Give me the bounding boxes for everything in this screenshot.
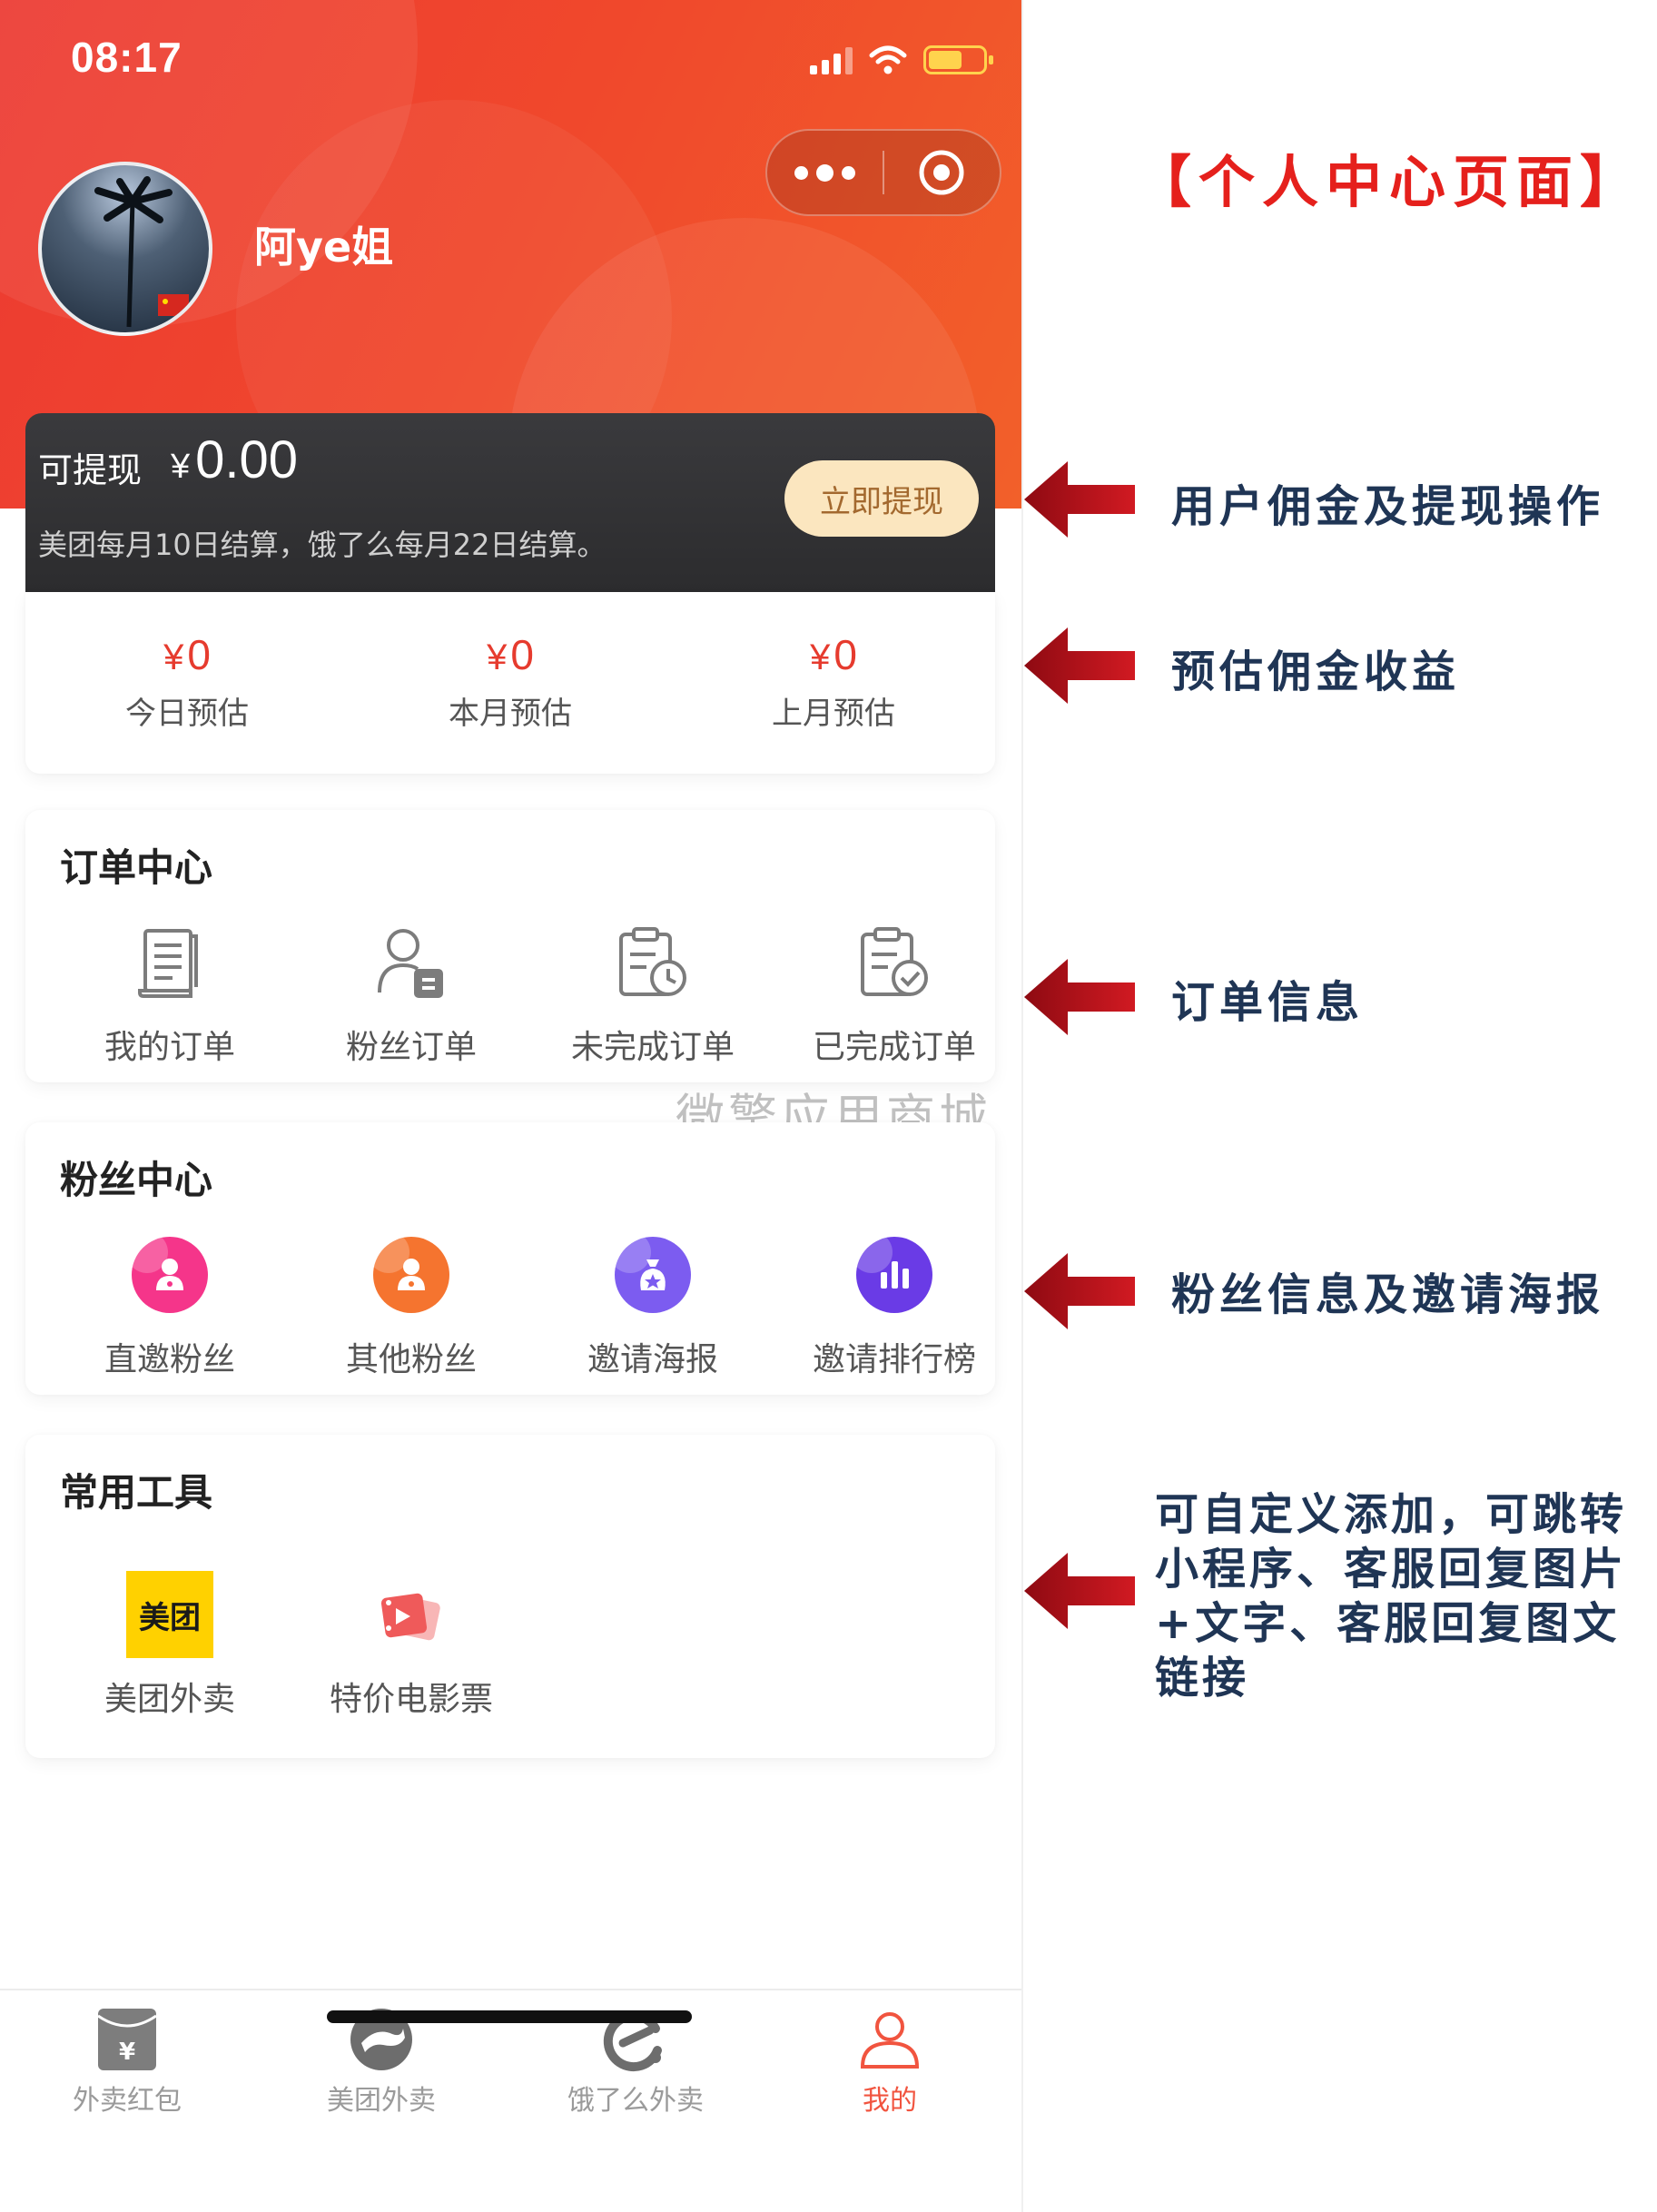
annotation-commission: 用户佣金及提现操作 — [1171, 481, 1605, 532]
nav-label: 饿了么外卖 — [567, 2085, 704, 2117]
tab-takeout-red-envelope[interactable]: ¥ 外卖红包 — [0, 2007, 254, 2118]
bottom-navigation: ¥ 外卖红包 美团外卖 饿了么外卖 我的 — [0, 1989, 1021, 2212]
grid-label: 特价电影票 — [329, 1681, 493, 1718]
grid-label: 我的订单 — [104, 1029, 235, 1066]
grid-label: 已完成订单 — [812, 1029, 976, 1066]
annotation-fans: 粉丝信息及邀请海报 — [1171, 1269, 1605, 1320]
fans-center-title: 粉丝中心 — [60, 1158, 213, 1202]
withdrawable-label: 可提现 — [38, 450, 143, 490]
estimate-today[interactable]: ¥0 今日预估 — [25, 630, 349, 733]
annotation-arrow-icon — [1024, 959, 1135, 1035]
grid-label: 未完成订单 — [570, 1029, 735, 1066]
unfinished-orders-item[interactable]: 未完成订单 — [530, 917, 775, 1068]
grid-label: 美团外卖 — [104, 1681, 235, 1718]
tab-my-profile[interactable]: 我的 — [763, 2007, 1017, 2118]
estimate-label: 上月预估 — [772, 696, 895, 732]
red-envelope-icon: ¥ — [94, 2007, 160, 2072]
invite-ranking-item[interactable]: 邀请排行榜 — [772, 1229, 1017, 1380]
fans-orders-item[interactable]: 粉丝订单 — [289, 917, 534, 1068]
annotation-arrow-icon — [1024, 461, 1135, 538]
amount-value: 0.00 — [195, 430, 299, 489]
other-fans-icon — [366, 1229, 457, 1320]
more-menu-icon[interactable] — [767, 163, 883, 182]
direct-fans-icon — [124, 1229, 215, 1320]
annotation-tools: 可自定义添加，可跳转小程序、客服回复图片+文字、客服回复图文链接 — [1155, 1489, 1628, 1703]
clipboard-clock-icon — [607, 917, 698, 1008]
annotation-arrow-icon — [1024, 1553, 1135, 1629]
tab-eleme-takeout[interactable]: 饿了么外卖 — [508, 2007, 763, 2118]
other-fans-item[interactable]: 其他粉丝 — [289, 1229, 534, 1380]
settlement-note: 美团每月10日结算，饿了么每月22日结算。 — [38, 528, 607, 562]
meituan-logo: 美团 — [126, 1571, 213, 1658]
currency-symbol: ¥ — [163, 637, 184, 677]
tools-title: 常用工具 — [60, 1470, 213, 1515]
completed-orders-item[interactable]: 已完成订单 — [772, 917, 1017, 1068]
phone-screen: 08:17 阿ye姐 可提现 ¥ 0.00 美团每月10日结算，饿了么每月22日… — [0, 0, 1023, 2212]
signal-icon — [810, 45, 853, 74]
tools-card: 常用工具 美团 美团外卖 特价电影票 — [25, 1435, 995, 1758]
document-list-icon — [124, 917, 215, 1008]
meituan-waimai-tool[interactable]: 美团 美团外卖 — [47, 1569, 292, 1720]
movie-ticket-icon — [366, 1569, 457, 1660]
wifi-icon — [869, 45, 907, 74]
tab-meituan-takeout[interactable]: 美团外卖 — [254, 2007, 508, 2118]
estimate-number: 0 — [187, 631, 211, 678]
fans-center-card: 粉丝中心 直邀粉丝 其他粉丝 邀请海报 邀请排行榜 — [25, 1122, 995, 1395]
invite-poster-item[interactable]: 邀请海报 — [530, 1229, 775, 1380]
miniprogram-capsule — [765, 129, 1001, 216]
direct-fans-item[interactable]: 直邀粉丝 — [47, 1229, 292, 1380]
currency-symbol: ¥ — [171, 448, 191, 486]
estimate-this-month[interactable]: ¥0 本月预估 — [349, 630, 672, 733]
estimate-card: ¥0 今日预估 ¥0 本月预估 ¥0 上月预估 — [25, 592, 995, 774]
estimate-last-month[interactable]: ¥0 上月预估 — [672, 630, 995, 733]
grid-label: 其他粉丝 — [345, 1341, 477, 1378]
svg-text:¥: ¥ — [119, 2039, 135, 2066]
grid-label: 邀请海报 — [587, 1341, 718, 1378]
nav-label: 我的 — [863, 2085, 917, 2117]
annotation-estimate: 预估佣金收益 — [1171, 647, 1461, 697]
home-indicator — [327, 2010, 692, 2023]
annotation-arrow-icon — [1024, 627, 1135, 704]
estimate-number: 0 — [510, 631, 534, 678]
currency-symbol: ¥ — [487, 637, 508, 677]
estimate-value: ¥0 — [672, 630, 995, 679]
nav-label: 外卖红包 — [73, 2085, 182, 2117]
estimate-value: ¥0 — [25, 630, 349, 679]
withdrawable-amount: ¥0.00 — [171, 430, 298, 490]
annotation-orders: 订单信息 — [1171, 977, 1365, 1028]
grid-label: 粉丝订单 — [345, 1029, 477, 1066]
user-profile-icon — [857, 2007, 922, 2072]
estimate-label: 本月预估 — [449, 696, 572, 732]
order-center-title: 订单中心 — [60, 845, 213, 890]
status-icons — [810, 42, 993, 78]
screenshot-root: 08:17 阿ye姐 可提现 ¥ 0.00 美团每月10日结算，饿了么每月22日… — [0, 0, 1657, 2212]
order-center-card: 订单中心 我的订单 粉丝订单 未完成订单 已完成订单 — [25, 810, 995, 1082]
withdraw-card: 可提现 ¥0.00 美团每月10日结算，饿了么每月22日结算。 立即提现 — [25, 413, 995, 592]
clipboard-check-icon — [849, 917, 940, 1008]
invite-poster-icon — [607, 1229, 698, 1320]
estimate-value: ¥0 — [349, 630, 672, 679]
nav-label: 美团外卖 — [327, 2085, 436, 2117]
annotation-arrow-icon — [1024, 1253, 1135, 1329]
avatar-image — [94, 176, 189, 328]
close-miniprogram-icon[interactable] — [884, 148, 1000, 197]
annotation-title: 【个人中心页面】 — [1135, 149, 1644, 215]
grid-label: 邀请排行榜 — [812, 1341, 976, 1378]
currency-symbol: ¥ — [810, 637, 831, 677]
movie-ticket-tool[interactable]: 特价电影票 — [289, 1569, 534, 1720]
username: 阿ye姐 — [254, 222, 394, 272]
grid-label: 直邀粉丝 — [104, 1341, 235, 1378]
avatar[interactable] — [38, 162, 212, 336]
withdraw-button[interactable]: 立即提现 — [784, 460, 979, 537]
my-orders-item[interactable]: 我的订单 — [47, 917, 292, 1068]
estimate-label: 今日预估 — [125, 696, 249, 732]
estimate-number: 0 — [833, 631, 857, 678]
meituan-logo-icon: 美团 — [124, 1569, 215, 1660]
battery-icon — [923, 45, 993, 74]
user-clipboard-icon — [366, 917, 457, 1008]
status-time: 08:17 — [71, 34, 182, 81]
ranking-icon — [849, 1229, 940, 1320]
